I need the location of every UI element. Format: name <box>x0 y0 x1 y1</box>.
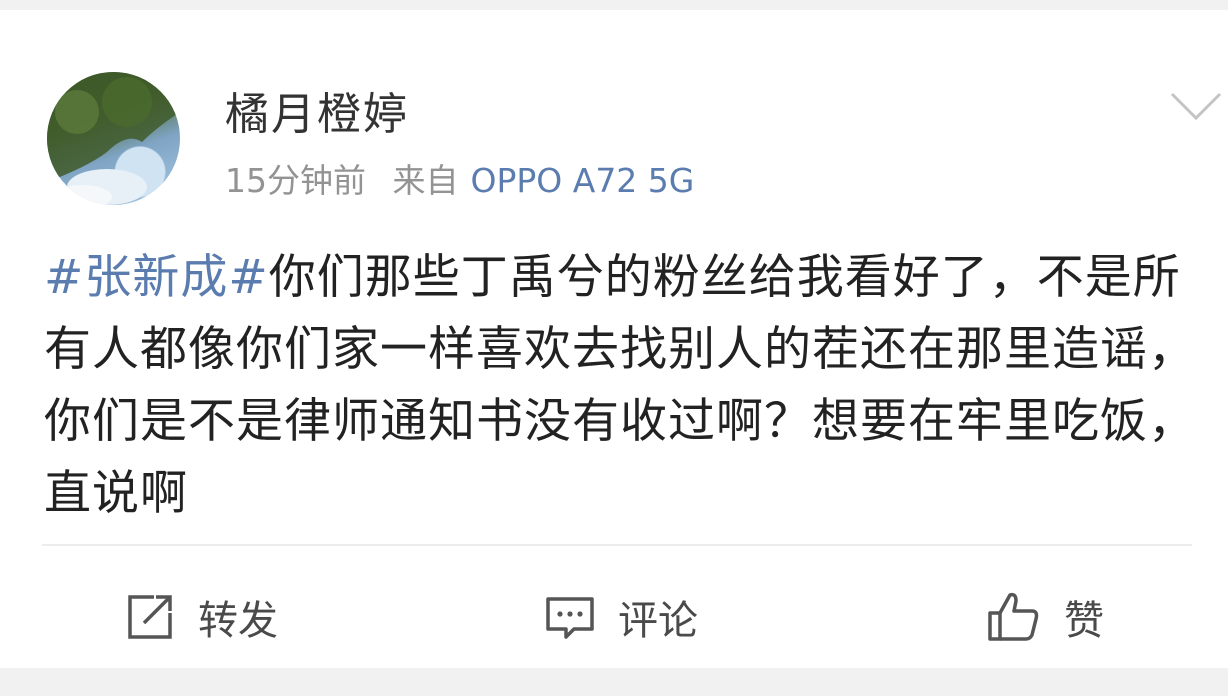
like-label: 赞 <box>1064 598 1104 644</box>
thumbs-up-icon <box>988 592 1039 641</box>
username[interactable]: 橘月橙婷 <box>225 78 409 142</box>
divider <box>42 544 1192 546</box>
share-icon <box>128 595 172 639</box>
like-button[interactable]: 赞 <box>986 582 1104 652</box>
chevron-down-icon[interactable] <box>1170 88 1222 122</box>
post-content: #张新成#你们那些丁禹兮的粉丝给我看好了，不是所有人都像你们家一样喜欢去找别人的… <box>44 242 1216 530</box>
comment-label: 评论 <box>618 598 698 644</box>
avatar[interactable] <box>47 72 180 205</box>
comment-icon <box>546 597 594 639</box>
topic-link[interactable]: #张新成# <box>44 250 269 305</box>
repost-label: 转发 <box>198 598 278 644</box>
source-prefix: 来自 <box>392 161 459 200</box>
post-time: 15分钟前 <box>225 161 366 200</box>
post-card: 橘月橙婷 15分钟前 来自 OPPO A72 5G #张新成#你们那些丁禹兮的粉丝… <box>0 10 1228 668</box>
repost-button[interactable]: 转发 <box>124 582 278 652</box>
avatar-image <box>47 72 180 205</box>
post-meta: 15分钟前 来自 OPPO A72 5G <box>225 154 694 202</box>
device-link[interactable]: OPPO A72 5G <box>471 161 695 200</box>
comment-button[interactable]: 评论 <box>544 582 698 652</box>
